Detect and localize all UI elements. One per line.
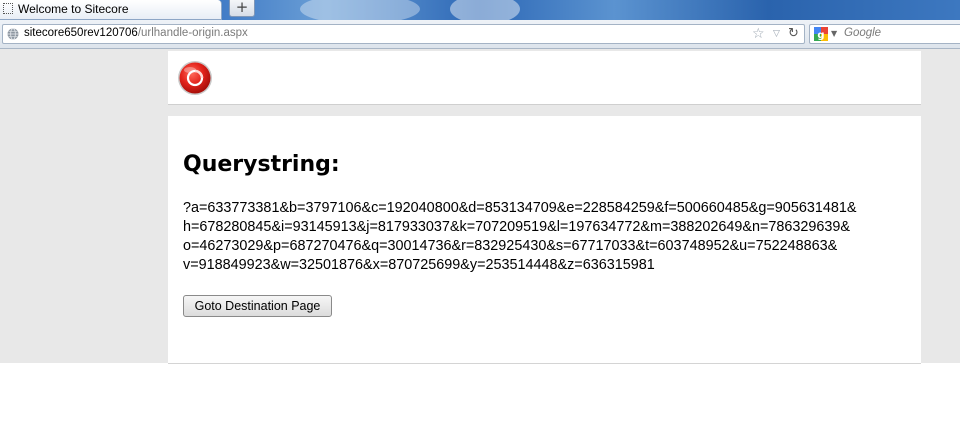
google-icon[interactable]: g xyxy=(814,27,828,41)
svg-text:g: g xyxy=(817,30,824,41)
blank-page-icon xyxy=(3,3,13,14)
tab-strip: Welcome to Sitecore + xyxy=(0,0,960,20)
address-bar[interactable]: sitecore650rev120706/urlhandle-origin.as… xyxy=(2,24,805,44)
url-path: /urlhandle-origin.aspx xyxy=(137,27,248,39)
querystring-line: v=918849923&w=32501876&x=870725699&y=253… xyxy=(183,257,655,273)
tabstrip-glow xyxy=(450,0,520,20)
querystring-line: h=678280845&i=93145913&j=817933037&k=707… xyxy=(183,219,851,235)
querystring-line: ?a=633773381&b=3797106&c=192040800&d=853… xyxy=(183,200,857,216)
page-viewport: Querystring: ?a=633773381&b=3797106&c=19… xyxy=(0,49,960,430)
reload-icon[interactable]: ↻ xyxy=(788,26,799,42)
tab-title: Welcome to Sitecore xyxy=(18,2,129,16)
header-panel xyxy=(168,51,921,105)
globe-icon[interactable] xyxy=(7,28,19,40)
navigation-bar: sitecore650rev120706/urlhandle-origin.as… xyxy=(0,20,960,49)
querystring-line: o=46273029&p=687270476&q=30014736&r=8329… xyxy=(183,238,838,254)
url-text[interactable]: sitecore650rev120706/urlhandle-origin.as… xyxy=(24,27,248,39)
search-bar[interactable]: g ▼ Google xyxy=(809,24,960,44)
search-engine-dropdown-icon[interactable]: ▼ xyxy=(831,28,837,40)
dropdown-icon[interactable]: ▽ xyxy=(773,28,780,40)
goto-destination-button[interactable]: Goto Destination Page xyxy=(183,295,332,317)
tabstrip-glow xyxy=(300,0,420,20)
new-tab-button[interactable]: + xyxy=(229,0,255,17)
search-input[interactable]: Google xyxy=(844,27,881,39)
sitecore-logo-icon[interactable] xyxy=(177,60,213,96)
star-icon[interactable]: ☆ xyxy=(752,26,765,42)
page-heading: Querystring: xyxy=(183,152,340,177)
browser-tab[interactable]: Welcome to Sitecore xyxy=(0,0,222,20)
url-domain: sitecore650rev120706 xyxy=(24,27,138,39)
content-panel: Querystring: ?a=633773381&b=3797106&c=19… xyxy=(168,116,921,364)
